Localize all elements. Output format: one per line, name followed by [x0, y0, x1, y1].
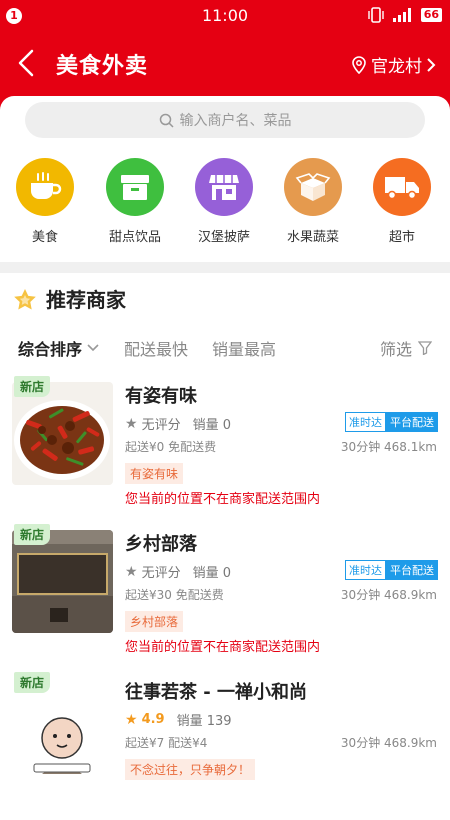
shop-card[interactable]: 新店 有姿有味 ★ 无评分 销量 0 准时达 平台配送 起送¥0 免配送费 30…: [0, 376, 450, 524]
shop-tag: 乡村部落: [125, 611, 184, 632]
delivery-badges: 准时达 平台配送: [345, 412, 438, 432]
category-fruit-veg[interactable]: 水果蔬菜: [273, 158, 353, 245]
category-dessert[interactable]: 甜点饮品: [95, 158, 175, 245]
sort-fastest[interactable]: 配送最快: [124, 336, 188, 360]
sort-bar: 综合排序 配送最快 销量最高 筛选: [18, 336, 432, 360]
shop-tag: 有姿有味: [125, 463, 184, 484]
battery-icon: 66: [420, 8, 442, 22]
shop-distance: 30分钟 468.1km: [340, 440, 437, 454]
signal-icon: [392, 8, 411, 22]
star-icon: ★: [125, 711, 138, 728]
storefront-icon: [195, 158, 253, 216]
on-time-badge: 准时达: [345, 412, 386, 432]
search-input[interactable]: 输入商户名、菜品: [25, 102, 425, 138]
new-store-badge: 新店: [14, 524, 51, 545]
category-label: 水果蔬菜: [286, 230, 339, 245]
out-of-range-warning: 您当前的位置不在商家配送范围内: [125, 640, 321, 655]
sort-sales[interactable]: 销量最高: [212, 336, 276, 360]
shop-thumbnail: [12, 382, 113, 485]
truck-icon: [373, 158, 431, 216]
shop-card[interactable]: 新店 往事若茶 - 一禅小和尚 ★ 4.9 销量 139 起送¥7 配送¥4 3…: [0, 672, 450, 820]
crown-star-icon: [14, 288, 36, 309]
filter-label: 筛选: [379, 340, 412, 359]
new-store-badge: 新店: [14, 672, 51, 693]
category-food[interactable]: 美食: [5, 158, 85, 245]
page-title: 美食外卖: [56, 54, 149, 79]
chevron-down-icon: [87, 344, 99, 352]
category-label: 汉堡披萨: [197, 230, 250, 245]
location-selector[interactable]: 官龙村: [351, 52, 436, 77]
shop-distance: 30分钟 468.9km: [340, 736, 437, 750]
filter-funnel-icon: [418, 341, 432, 355]
top-panel: 输入商户名、菜品 美食 甜点饮品 汉堡披萨 水果蔬菜 超市: [0, 96, 450, 266]
shop-tag: 不念过往，只争朝夕！: [125, 759, 256, 780]
shop-rating: 无评分: [141, 566, 181, 581]
category-supermarket[interactable]: 超市: [362, 158, 442, 245]
status-bar: 1 11:00 66: [0, 0, 450, 32]
on-time-badge: 准时达: [345, 560, 386, 580]
section-header: 推荐商家: [12, 284, 126, 313]
search-icon: [159, 113, 174, 128]
category-label: 美食: [31, 230, 58, 245]
shop-rating: 4.9: [141, 712, 165, 727]
shop-rating: 无评分: [141, 418, 181, 433]
platform-delivery-badge: 平台配送: [386, 560, 438, 580]
sort-comprehensive-label: 综合排序: [18, 340, 83, 359]
delivery-badges: 准时达 平台配送: [345, 560, 438, 580]
star-icon: ★: [125, 563, 138, 580]
category-label: 甜点饮品: [108, 230, 161, 245]
chevron-right-icon: [427, 57, 436, 72]
section-divider: [0, 262, 450, 273]
sort-comprehensive[interactable]: 综合排序: [18, 336, 100, 360]
gift-box-icon: [106, 158, 164, 216]
new-store-badge: 新店: [14, 376, 51, 397]
shop-sales: 销量 0: [192, 566, 231, 581]
section-title: 推荐商家: [46, 288, 126, 312]
shop-fees: 起送¥7 配送¥4: [125, 736, 208, 750]
back-arrow-icon[interactable]: [14, 48, 42, 78]
app-header: 美食外卖 官龙村: [0, 32, 450, 96]
location-pin-icon: [352, 55, 366, 74]
star-icon: ★: [125, 415, 138, 432]
search-placeholder: 输入商户名、菜品: [179, 113, 292, 129]
shop-name: 往事若茶 - 一禅小和尚: [125, 682, 308, 703]
vibrate-icon: [367, 7, 384, 23]
location-label: 官龙村: [371, 57, 422, 77]
platform-delivery-badge: 平台配送: [386, 412, 438, 432]
shop-thumbnail: [12, 678, 113, 781]
out-of-range-warning: 您当前的位置不在商家配送范围内: [125, 492, 321, 507]
open-box-icon: [284, 158, 342, 216]
shop-thumbnail: [12, 530, 113, 633]
shop-name: 乡村部落: [125, 534, 197, 555]
filter-button[interactable]: 筛选: [380, 336, 432, 360]
shop-distance: 30分钟 468.9km: [340, 588, 437, 602]
category-label: 超市: [388, 230, 415, 245]
shop-name: 有姿有味: [125, 386, 197, 407]
shop-sales: 销量 139: [176, 714, 232, 729]
shop-sales: 销量 0: [192, 418, 231, 433]
shop-fees: 起送¥30 免配送费: [125, 588, 224, 602]
shop-card[interactable]: 新店 乡村部落 ★ 无评分 销量 0 准时达 平台配送 起送¥30 免配送费 3…: [0, 524, 450, 672]
coffee-cup-icon: [16, 158, 74, 216]
category-burger-pizza[interactable]: 汉堡披萨: [184, 158, 264, 245]
shop-fees: 起送¥0 免配送费: [125, 440, 217, 454]
